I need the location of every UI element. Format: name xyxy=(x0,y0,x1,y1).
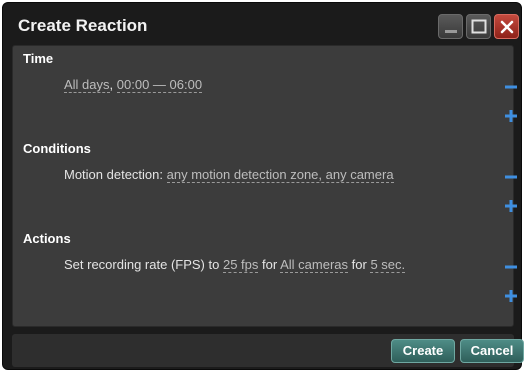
actions-section-title: Actions xyxy=(23,231,71,246)
minimize-icon xyxy=(445,30,457,33)
dialog-footer: Create Cancel xyxy=(12,334,524,367)
fps-link[interactable]: 25 fps xyxy=(222,257,259,273)
condition-rule: Motion detection: any motion detection z… xyxy=(64,167,394,183)
time-range-link[interactable]: 00:00 — 06:00 xyxy=(116,77,203,93)
reaction-content: Time All days, 00:00 — 06:00 Conditions … xyxy=(12,45,517,327)
action-rule: Set recording rate (FPS) to 25 fps for A… xyxy=(64,257,406,273)
cameras-link[interactable]: All cameras xyxy=(280,257,349,273)
create-button[interactable]: Create xyxy=(391,339,455,363)
remove-action-minus-icon[interactable] xyxy=(503,259,519,275)
cancel-button[interactable]: Cancel xyxy=(460,339,524,363)
maximize-button[interactable] xyxy=(466,14,491,39)
close-icon xyxy=(500,20,514,34)
action-prefix: Set recording rate (FPS) to xyxy=(64,257,220,272)
condition-prefix: Motion detection: xyxy=(64,167,164,182)
dialog-title: Create Reaction xyxy=(18,16,148,35)
time-separator: , xyxy=(109,77,114,92)
remove-condition-minus-icon[interactable] xyxy=(503,169,519,185)
remove-time-minus-icon[interactable] xyxy=(503,79,519,95)
condition-value-link[interactable]: any motion detection zone, any camera xyxy=(166,167,394,183)
time-rule: All days, 00:00 — 06:00 xyxy=(64,77,203,93)
add-action-plus-icon[interactable] xyxy=(503,288,519,304)
add-time-plus-icon[interactable] xyxy=(503,108,519,124)
maximize-icon xyxy=(471,19,487,34)
title-bar[interactable]: Create Reaction xyxy=(3,3,521,45)
minimize-button[interactable] xyxy=(438,14,463,39)
action-for-2: for xyxy=(351,257,367,272)
conditions-section-title: Conditions xyxy=(23,141,91,156)
duration-link[interactable]: 5 sec. xyxy=(370,257,406,273)
close-button[interactable] xyxy=(494,14,519,39)
action-for-1: for xyxy=(262,257,278,272)
create-reaction-dialog: Create Reaction Time All days, 00:00 — 0… xyxy=(2,2,524,370)
add-condition-plus-icon[interactable] xyxy=(503,198,519,214)
days-link[interactable]: All days xyxy=(64,77,110,93)
time-section-title: Time xyxy=(23,51,54,66)
